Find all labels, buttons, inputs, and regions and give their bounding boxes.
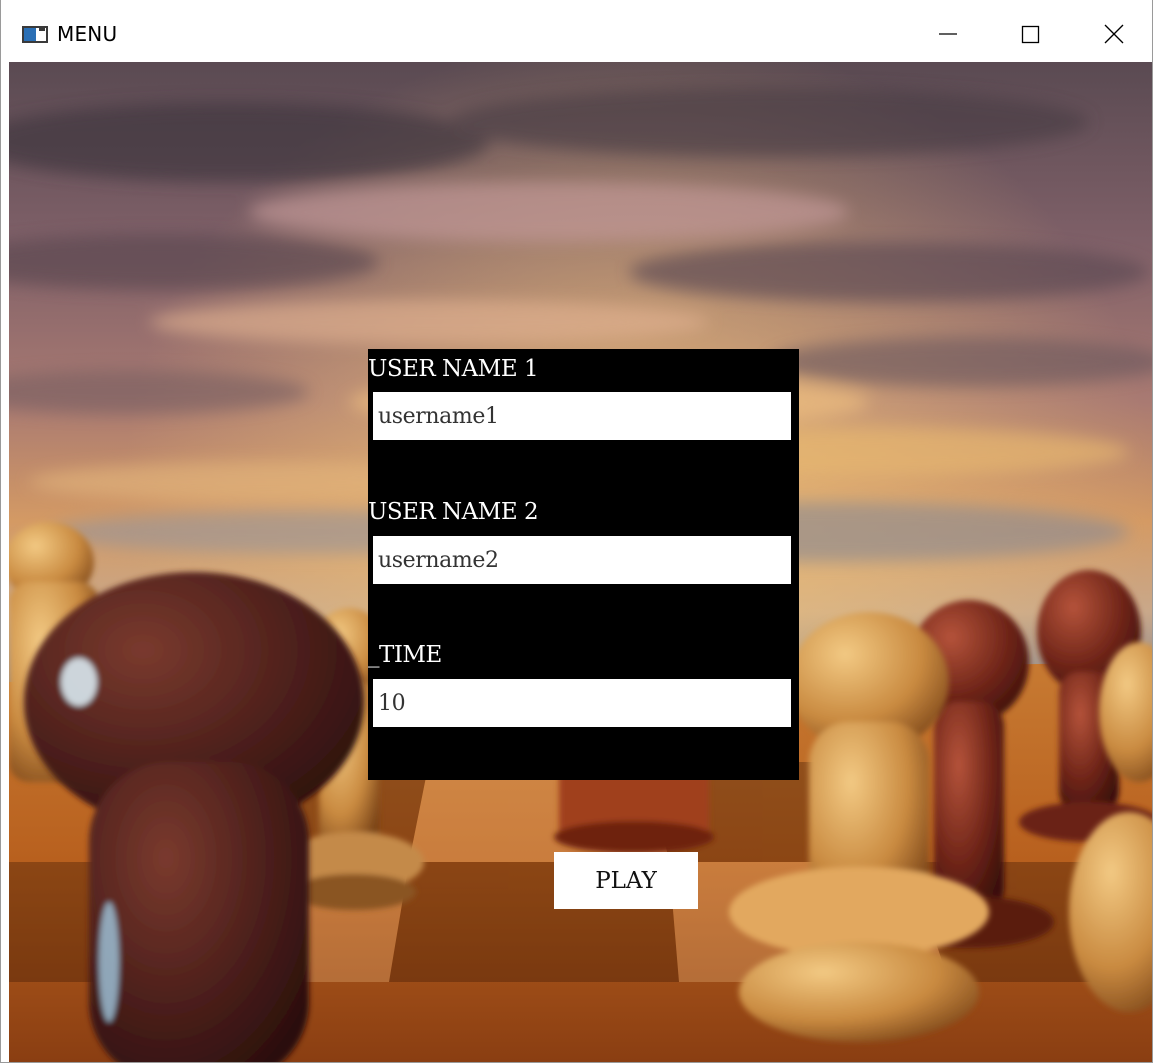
user-name-1-input[interactable] xyxy=(373,392,791,440)
minimize-icon xyxy=(939,33,957,35)
close-button[interactable] xyxy=(1073,0,1152,62)
window-title: MENU xyxy=(57,22,118,46)
window-app-icon xyxy=(22,26,48,43)
time-input[interactable] xyxy=(373,679,791,727)
title-bar[interactable]: MENU xyxy=(1,0,1152,62)
user-name-2-label: USER NAME 2 xyxy=(368,499,539,525)
user-name-2-input[interactable] xyxy=(373,536,791,584)
close-icon xyxy=(1104,24,1124,44)
user-name-1-label: USER NAME 1 xyxy=(368,356,539,382)
maximize-button[interactable] xyxy=(991,0,1071,62)
time-label: _TIME xyxy=(368,642,442,668)
menu-window: MENU USER NAME 1 username1 USER NAME 2 u… xyxy=(0,0,1153,1063)
minimize-button[interactable] xyxy=(906,0,986,62)
play-button[interactable]: PLAY xyxy=(554,852,698,909)
player-setup-panel: USER NAME 1 USER NAME 2 _TIME xyxy=(368,349,799,780)
maximize-icon xyxy=(1021,25,1040,44)
